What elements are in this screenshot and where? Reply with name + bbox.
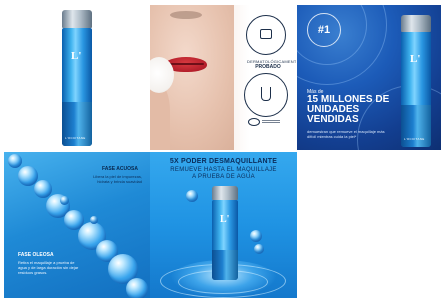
bubble	[126, 278, 148, 298]
eye-shadow	[170, 11, 202, 19]
badge-line-2: PROBADO	[255, 64, 281, 70]
bottle-logo: L'	[220, 214, 230, 225]
bubble	[60, 196, 69, 205]
bubble	[254, 244, 264, 254]
power-sub: REMUEVE HASTA EL MAQUILLAJE A PRUEBA DE …	[170, 167, 277, 180]
eye-icon	[248, 118, 260, 126]
power-claim-tile[interactable]: 5X PODER DESMAQUILLANTE REMUEVE HASTA EL…	[150, 152, 297, 298]
phase-2-text: Retira el maquillaje a prueba de agua y …	[18, 260, 79, 275]
sales-headline: 15 MILLONES DE UNIDADES VENDIDAS	[307, 94, 390, 125]
eye-icon-lines	[262, 120, 280, 124]
bottle-image: L' L'OCCITANE	[401, 15, 431, 147]
power-headline: 5X PODER DESMAQUILLANTE	[169, 158, 278, 165]
phase-1-text: Libera la piel de impurezas, hidrata y b…	[93, 174, 142, 184]
bubble	[90, 216, 98, 224]
sales-claim-tile[interactable]: #1 Más de 15 MILLONES DE UNIDADES VENDID…	[297, 5, 441, 150]
phase-2-title: FASE OLEOSA	[18, 252, 54, 258]
bottle-image: L' L'OCCITANE	[62, 10, 92, 146]
bottle-brand: L'OCCITANE	[404, 137, 425, 141]
bottle-logo: L'	[410, 53, 421, 65]
seal-text: #1	[317, 24, 331, 36]
product-image-tile[interactable]: L' L'OCCITANE	[0, 0, 148, 150]
bubble	[186, 190, 198, 202]
bottle-image: L'	[212, 186, 238, 280]
bubble	[8, 154, 22, 168]
flask-icon	[244, 73, 288, 117]
bubble	[250, 230, 262, 242]
bubble	[34, 180, 52, 198]
phases-tile[interactable]: FASE ACUOSA Libera la piel de impurezas,…	[4, 152, 150, 298]
face-claims-tile[interactable]: DERMATOLÓGICAMENTE PROBADO	[150, 5, 296, 150]
certified-badge-icon	[246, 15, 286, 55]
phase-1-title: FASE ACUOSA	[102, 166, 138, 172]
hand-image	[150, 83, 170, 150]
number-one-seal-icon: #1	[307, 13, 341, 47]
bottle-logo: L'	[71, 50, 82, 62]
bottle-brand: L'OCCITANE	[65, 136, 86, 140]
sales-sub: demuestran que remueve el maquillaje más…	[307, 129, 385, 139]
